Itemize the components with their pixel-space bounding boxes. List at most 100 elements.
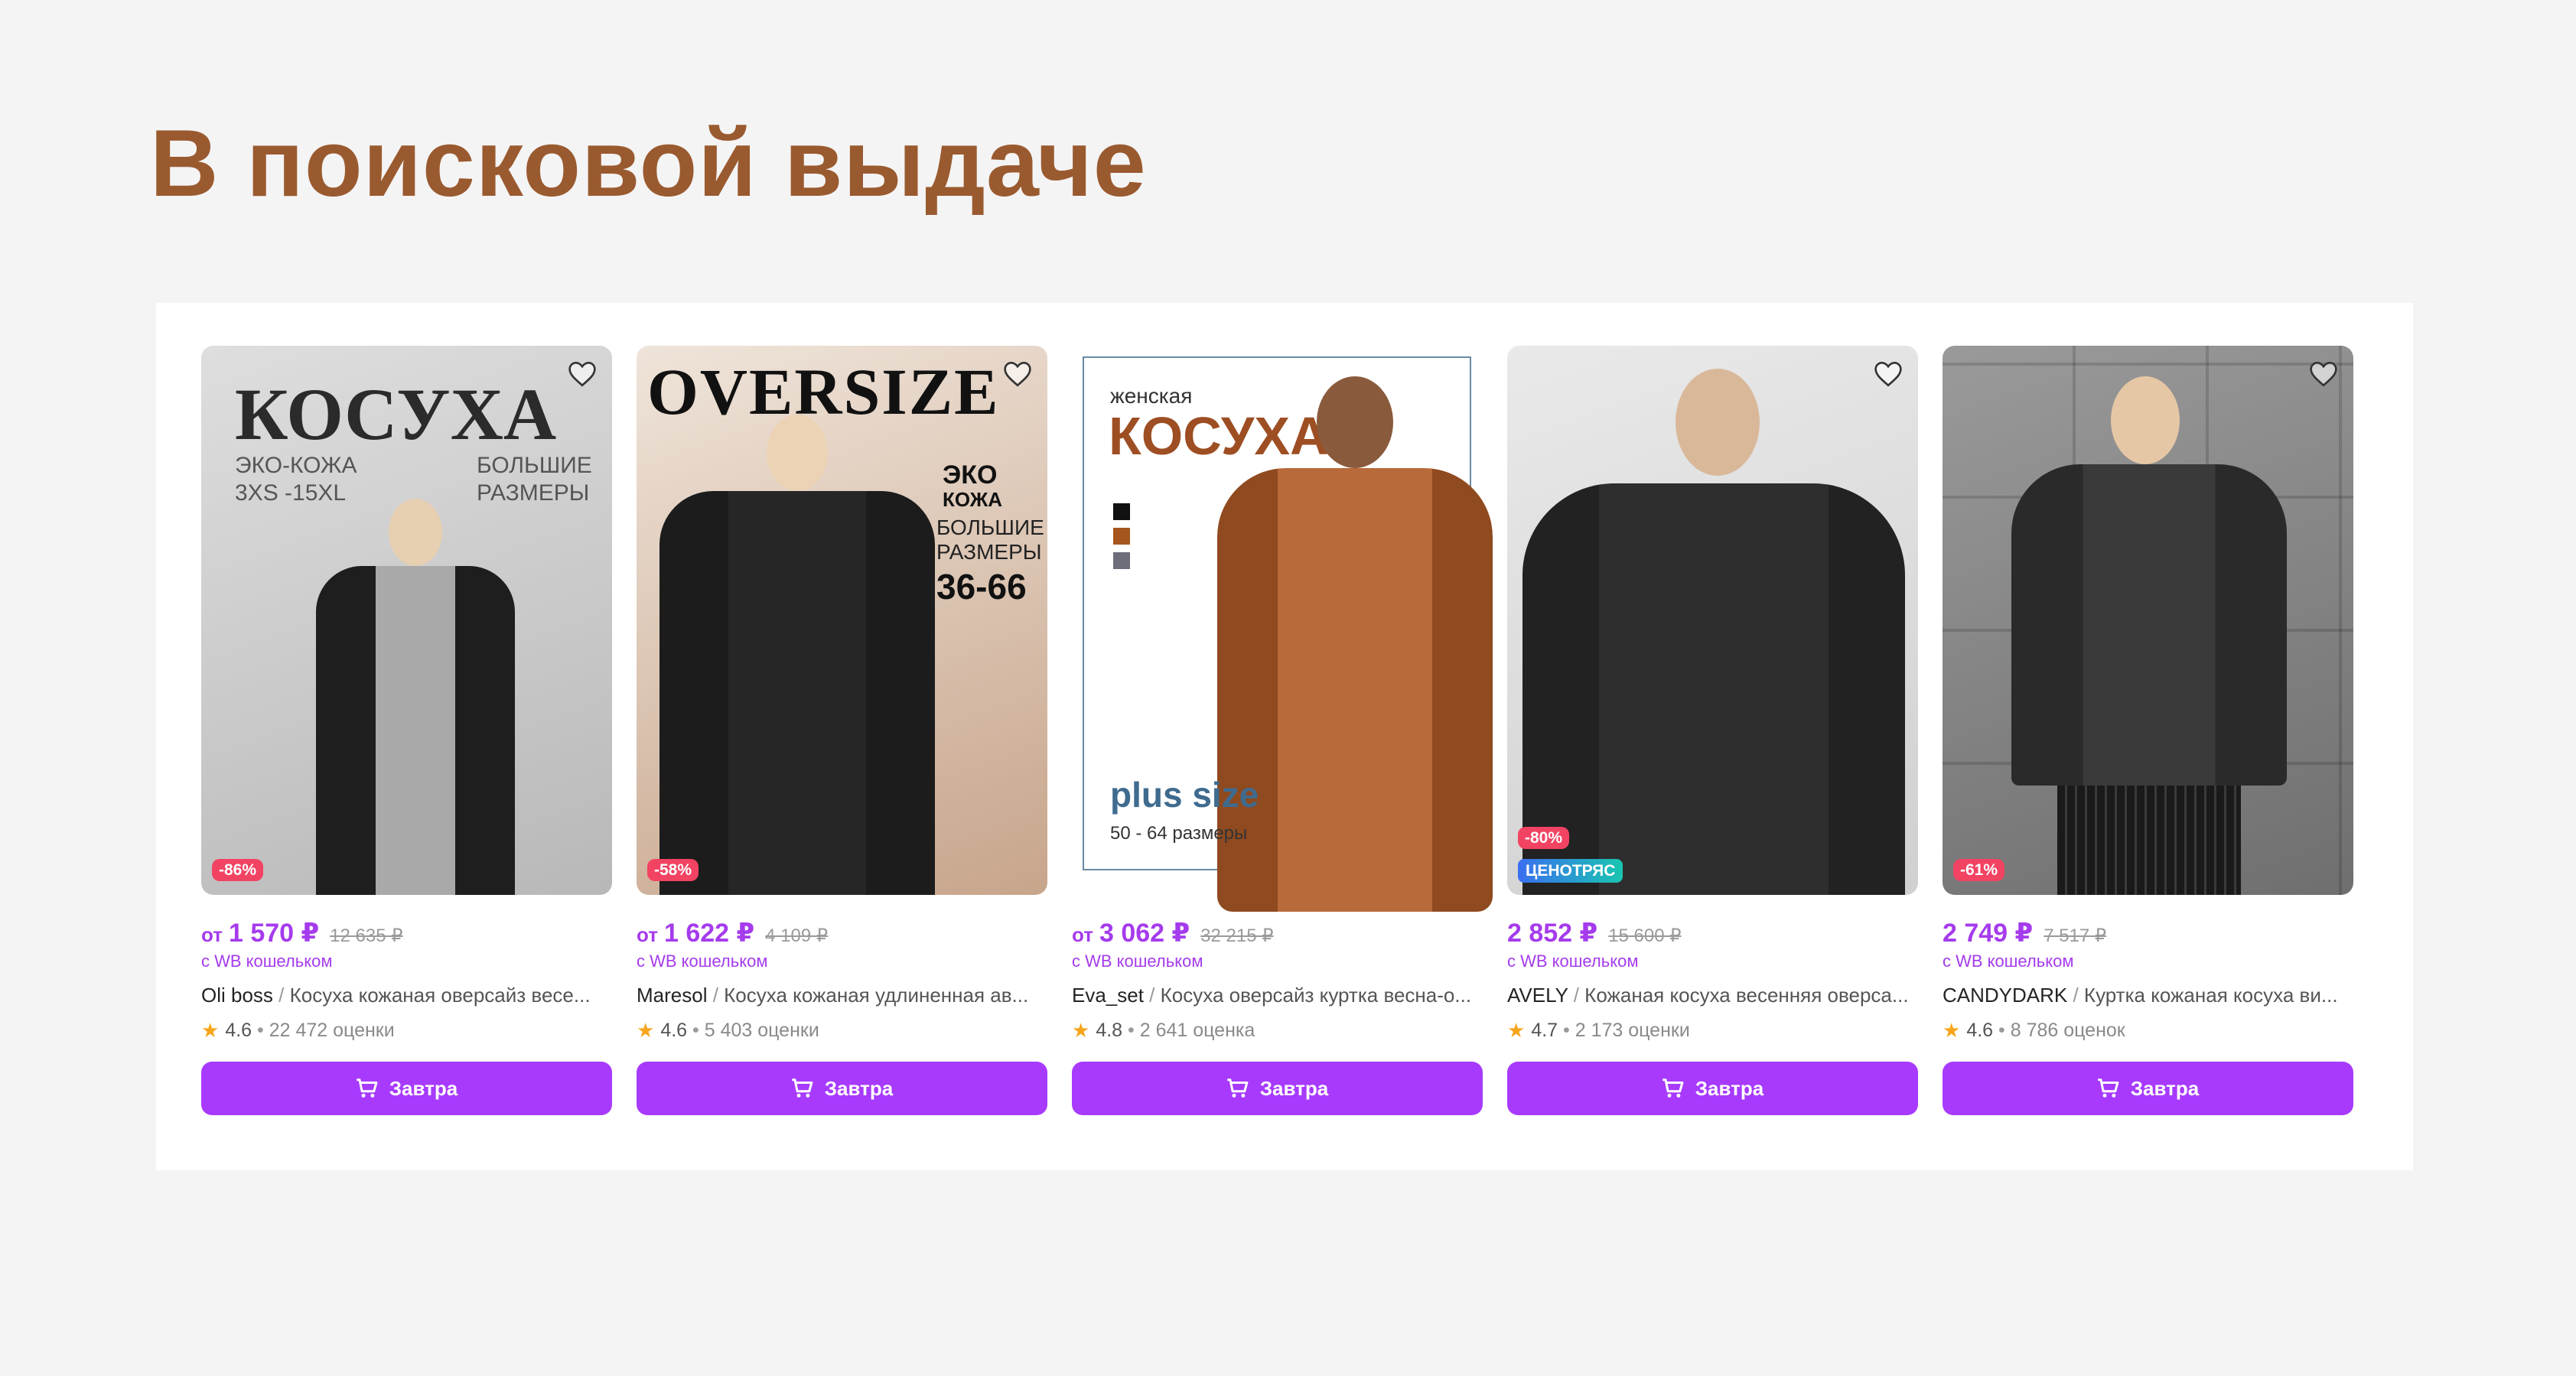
price: 2 749 ₽	[1943, 919, 2034, 948]
product-image[interactable]: -61%	[1943, 346, 2353, 895]
product-name: Куртка кожаная косуха ви...	[2083, 984, 2338, 1007]
wallet-note: с WB кошельком	[1943, 951, 2074, 971]
rating-row: ★ 4.6 • 5 403 оценки	[637, 1018, 819, 1042]
banner-text: ЭКО	[943, 460, 998, 490]
rating-value: 4.6	[1966, 1019, 1994, 1041]
add-to-cart-button[interactable]: Завтра	[1507, 1062, 1918, 1115]
old-price: 15 600 ₽	[1608, 925, 1682, 946]
banner-text: БОЛЬШИЕ	[936, 516, 1044, 539]
star-icon: ★	[1507, 1018, 1526, 1042]
cart-button-label: Завтра	[824, 1076, 894, 1100]
wallet-note: с WB кошельком	[1507, 951, 1639, 971]
product-card[interactable]: -80% ЦЕНОТРЯС 2 852 ₽ 15 600 ₽ с WB коше…	[1507, 346, 1918, 1115]
product-name: Косуха кожаная удлиненная ав...	[724, 984, 1029, 1007]
favorite-heart-icon[interactable]	[565, 356, 600, 392]
wallet-note: с WB кошельком	[637, 951, 768, 971]
old-price: 7 517 ₽	[2044, 925, 2107, 946]
product-image[interactable]: КОСУХА ЭКО-КОЖА 3XS -15XL БОЛЬШИЕ РАЗМЕР…	[201, 346, 612, 895]
brand-name: Oli boss	[201, 984, 273, 1007]
review-count: 8 786 оценок	[2010, 1019, 2125, 1041]
color-swatch	[1113, 503, 1130, 520]
star-icon: ★	[1943, 1018, 1961, 1042]
cart-icon	[1227, 1078, 1249, 1098]
search-results-panel: КОСУХА ЭКО-КОЖА 3XS -15XL БОЛЬШИЕ РАЗМЕР…	[156, 303, 2413, 1170]
discount-badge: -86%	[212, 858, 264, 881]
page-title: В поисковой выдаче	[150, 111, 1147, 216]
product-title[interactable]: Oli boss / Косуха кожаная оверсайз весе.…	[201, 984, 612, 1010]
wallet-note: с WB кошельком	[201, 951, 333, 971]
banner-text: 50 - 64 размеры	[1110, 823, 1248, 844]
favorite-heart-icon[interactable]	[1000, 356, 1035, 392]
price-row: 2 749 ₽ 7 517 ₽	[1943, 918, 2353, 951]
product-card[interactable]: женская КОСУХА plus size 50 - 64 размеры…	[1072, 346, 1493, 1115]
cart-icon	[357, 1078, 378, 1098]
price-row: от 1 570 ₽ 12 635 ₽	[201, 918, 612, 951]
brand-name: AVELY	[1507, 984, 1568, 1007]
rating-row: ★ 4.6 • 22 472 оценки	[201, 1018, 395, 1042]
price: 1 570 ₽	[228, 919, 320, 948]
discount-badge: -58%	[647, 858, 699, 881]
rating-value: 4.7	[1531, 1019, 1558, 1041]
review-count: 22 472 оценки	[269, 1019, 395, 1041]
rating-value: 4.6	[225, 1019, 252, 1041]
color-swatch	[1113, 528, 1130, 545]
product-image[interactable]: OVERSIZE ЭКО КОЖА БОЛЬШИЕ РАЗМЕРЫ 36-66 …	[637, 346, 1047, 895]
cart-button-label: Завтра	[2130, 1076, 2200, 1100]
banner-text: КОЖА	[943, 488, 1003, 511]
old-price: 12 635 ₽	[330, 925, 403, 946]
price: 2 852 ₽	[1507, 919, 1598, 948]
model-figure	[659, 415, 935, 895]
model-figure	[316, 499, 515, 895]
brand-name: CANDYDARK	[1943, 984, 2068, 1007]
discount-badge: -80%	[1518, 826, 1570, 849]
banner-text: РАЗМЕРЫ	[936, 540, 1042, 564]
banner-title: КОСУХА	[235, 373, 557, 455]
product-title[interactable]: CANDYDARK / Куртка кожаная косуха ви...	[1943, 984, 2353, 1010]
color-swatch	[1113, 552, 1130, 569]
cart-icon	[792, 1078, 813, 1098]
price-row: от 1 622 ₽ 4 109 ₽	[637, 918, 1047, 951]
rating-row: ★ 4.7 • 2 173 оценки	[1507, 1018, 1690, 1042]
model-figure	[1522, 361, 1905, 895]
product-image[interactable]: -80% ЦЕНОТРЯС	[1507, 346, 1918, 895]
banner-text: БОЛЬШИЕ	[477, 453, 592, 478]
favorite-heart-icon[interactable]	[2306, 356, 2341, 392]
old-price: 32 215 ₽	[1200, 925, 1274, 946]
model-figure	[1217, 376, 1493, 912]
product-title[interactable]: Maresol / Косуха кожаная удлиненная ав..…	[637, 984, 1047, 1010]
star-icon: ★	[201, 1018, 220, 1042]
price: 1 622 ₽	[663, 919, 755, 948]
product-name: Кожаная косуха весенняя оверса...	[1584, 984, 1909, 1007]
product-title[interactable]: Eva_set / Косуха оверсайз куртка весна-о…	[1072, 984, 1483, 1010]
price-prefix: от	[637, 923, 658, 946]
product-card[interactable]: КОСУХА ЭКО-КОЖА 3XS -15XL БОЛЬШИЕ РАЗМЕР…	[201, 346, 612, 1115]
brand-name: Eva_set	[1072, 984, 1144, 1007]
favorite-heart-icon[interactable]	[1871, 356, 1906, 392]
price-prefix: от	[201, 923, 223, 946]
price-row: 2 852 ₽ 15 600 ₽	[1507, 918, 1918, 951]
product-name: Косуха кожаная оверсайз весе...	[289, 984, 591, 1007]
add-to-cart-button[interactable]: Завтра	[637, 1062, 1047, 1115]
rating-value: 4.8	[1096, 1019, 1123, 1041]
product-image[interactable]: женская КОСУХА plus size 50 - 64 размеры	[1072, 346, 1493, 912]
product-name: Косуха оверсайз куртка весна-о...	[1160, 984, 1472, 1007]
review-count: 2 641 оценка	[1139, 1019, 1255, 1041]
promo-badge: ЦЕНОТРЯС	[1518, 858, 1623, 883]
wallet-note: с WB кошельком	[1072, 951, 1203, 971]
add-to-cart-button[interactable]: Завтра	[1943, 1062, 2353, 1115]
banner-text: 36-66	[936, 567, 1027, 607]
rating-value: 4.6	[660, 1019, 688, 1041]
rating-row: ★ 4.8 • 2 641 оценка	[1072, 1018, 1255, 1042]
add-to-cart-button[interactable]: Завтра	[201, 1062, 612, 1115]
add-to-cart-button[interactable]: Завтра	[1072, 1062, 1483, 1115]
product-card[interactable]: -61% 2 749 ₽ 7 517 ₽ с WB кошельком CAND…	[1943, 346, 2353, 1115]
product-card[interactable]: OVERSIZE ЭКО КОЖА БОЛЬШИЕ РАЗМЕРЫ 36-66 …	[637, 346, 1047, 1115]
cart-icon	[1663, 1078, 1684, 1098]
brand-name: Maresol	[637, 984, 708, 1007]
product-title[interactable]: AVELY / Кожаная косуха весенняя оверса..…	[1507, 984, 1918, 1010]
rating-row: ★ 4.6 • 8 786 оценок	[1943, 1018, 2125, 1042]
old-price: 4 109 ₽	[765, 925, 829, 946]
star-icon: ★	[1072, 1018, 1090, 1042]
cart-button-label: Завтра	[1695, 1076, 1764, 1100]
model-figure	[2011, 376, 2287, 895]
